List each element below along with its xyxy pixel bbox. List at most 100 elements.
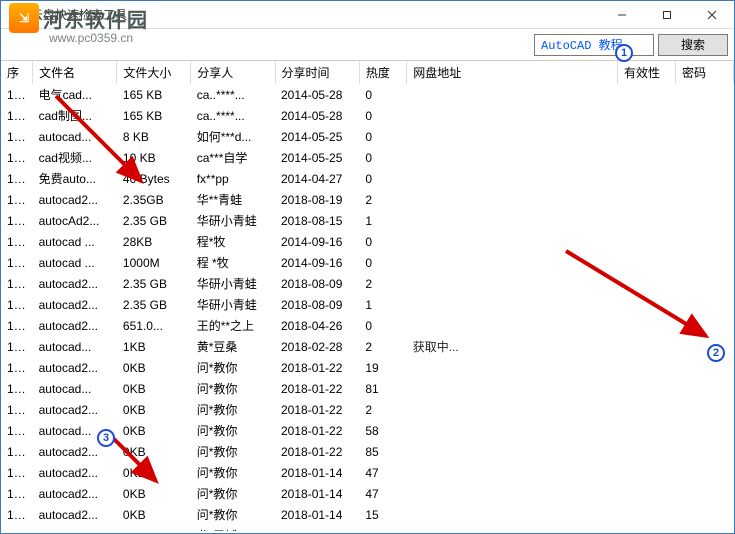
cell-pwd bbox=[675, 399, 733, 420]
cell-heat: 58 bbox=[359, 420, 406, 441]
cell-url bbox=[407, 378, 618, 399]
cell-heat: 47 bbox=[359, 483, 406, 504]
cell-url bbox=[407, 399, 618, 420]
col-heat[interactable]: 热度 bbox=[359, 61, 406, 84]
cell-valid bbox=[618, 441, 676, 462]
cell-valid bbox=[618, 462, 676, 483]
col-sharetime[interactable]: 分享时间 bbox=[275, 61, 359, 84]
cell-sharer: 问*教你 bbox=[191, 378, 275, 399]
search-input[interactable] bbox=[534, 34, 654, 56]
cell-url bbox=[407, 168, 618, 189]
cell-seq: 148 bbox=[1, 252, 33, 273]
cell-heat: 0 bbox=[359, 525, 406, 531]
cell-seq: 160 bbox=[1, 504, 33, 525]
table-row[interactable]: 154autocad...0KB问*教你2018-01-2281 bbox=[1, 378, 734, 399]
cell-sharetime: 2017-12-28 bbox=[275, 525, 359, 531]
cell-seq: 151 bbox=[1, 315, 33, 336]
cell-url bbox=[407, 84, 618, 105]
cell-url bbox=[407, 189, 618, 210]
cell-sharer: 华**青蛙 bbox=[191, 189, 275, 210]
annotation-badge-2: 2 bbox=[707, 344, 725, 362]
table-row[interactable]: 161autocad...705.5...龙*圣域2017-12-280 bbox=[1, 525, 734, 531]
table-row[interactable]: 146autocAd2...2.35 GB华研小青蛙2018-08-151 bbox=[1, 210, 734, 231]
cell-sharer: 问*教你 bbox=[191, 420, 275, 441]
cell-sharetime: 2018-01-22 bbox=[275, 399, 359, 420]
cell-sharetime: 2018-08-19 bbox=[275, 189, 359, 210]
cell-sharer: fx**pp bbox=[191, 168, 275, 189]
cell-heat: 0 bbox=[359, 315, 406, 336]
cell-filename: autocad2... bbox=[33, 294, 117, 315]
cell-valid bbox=[618, 504, 676, 525]
cell-heat: 1 bbox=[359, 210, 406, 231]
cell-sharer: 问*教你 bbox=[191, 483, 275, 504]
cell-sharer: 华研小青蛙 bbox=[191, 294, 275, 315]
table-row[interactable]: 160autocad2...0KB问*教你2018-01-1415 bbox=[1, 504, 734, 525]
cell-pwd bbox=[675, 483, 733, 504]
col-seq[interactable]: 序 bbox=[1, 61, 33, 84]
cell-url bbox=[407, 462, 618, 483]
cell-pwd bbox=[675, 189, 733, 210]
cell-filesize: 0KB bbox=[117, 399, 191, 420]
cell-valid bbox=[618, 84, 676, 105]
cell-seq: 150 bbox=[1, 294, 33, 315]
maximize-button[interactable] bbox=[644, 1, 689, 29]
app-window: ⇲ 河东软件园 www.pc0359.cn 云盘快速检索工具 搜索 1 bbox=[0, 0, 735, 534]
cell-sharer: 问*教你 bbox=[191, 399, 275, 420]
cell-sharetime: 2018-08-09 bbox=[275, 294, 359, 315]
cell-heat: 85 bbox=[359, 441, 406, 462]
app-icon bbox=[9, 7, 25, 23]
cell-heat: 2 bbox=[359, 273, 406, 294]
annotation-badge-3: 3 bbox=[97, 429, 115, 447]
cell-valid bbox=[618, 168, 676, 189]
cell-pwd bbox=[675, 210, 733, 231]
close-button[interactable] bbox=[689, 1, 734, 29]
cell-valid bbox=[618, 126, 676, 147]
cell-url bbox=[407, 105, 618, 126]
cell-seq: 161 bbox=[1, 525, 33, 531]
cell-filename: autocad2... bbox=[33, 273, 117, 294]
cell-filesize: 651.0... bbox=[117, 315, 191, 336]
col-url[interactable]: 网盘地址 bbox=[407, 61, 618, 84]
cell-url bbox=[407, 147, 618, 168]
cell-url bbox=[407, 441, 618, 462]
cell-heat: 81 bbox=[359, 378, 406, 399]
cell-seq: 153 bbox=[1, 357, 33, 378]
cell-pwd bbox=[675, 147, 733, 168]
cell-seq: 142 bbox=[1, 126, 33, 147]
col-pwd[interactable]: 密码 bbox=[675, 61, 733, 84]
cell-sharetime: 2018-01-22 bbox=[275, 441, 359, 462]
cell-seq: 156 bbox=[1, 420, 33, 441]
cell-filename: autocad2... bbox=[33, 504, 117, 525]
cell-heat: 2 bbox=[359, 336, 406, 357]
col-valid[interactable]: 有效性 bbox=[618, 61, 676, 84]
cell-sharetime: 2014-05-28 bbox=[275, 105, 359, 126]
col-filename[interactable]: 文件名 bbox=[33, 61, 117, 84]
cell-seq: 146 bbox=[1, 210, 33, 231]
cell-url bbox=[407, 210, 618, 231]
cell-pwd bbox=[675, 420, 733, 441]
cell-sharetime: 2014-09-16 bbox=[275, 252, 359, 273]
cell-pwd bbox=[675, 504, 733, 525]
cell-heat: 0 bbox=[359, 168, 406, 189]
cell-valid bbox=[618, 147, 676, 168]
cell-pwd bbox=[675, 168, 733, 189]
cell-sharer: ca..****... bbox=[191, 84, 275, 105]
minimize-button[interactable] bbox=[599, 1, 644, 29]
cell-seq: 154 bbox=[1, 378, 33, 399]
cell-heat: 2 bbox=[359, 399, 406, 420]
cell-url bbox=[407, 420, 618, 441]
cell-sharetime: 2018-04-26 bbox=[275, 315, 359, 336]
cell-filename: autocad ... bbox=[33, 252, 117, 273]
annotation-arrow-b bbox=[556, 241, 726, 361]
header-row: 序 文件名 文件大小 分享人 分享时间 热度 网盘地址 有效性 密码 bbox=[1, 61, 734, 84]
search-button[interactable]: 搜索 bbox=[658, 34, 728, 56]
cell-filesize: 1000M bbox=[117, 252, 191, 273]
cell-sharer: 黄*豆桑 bbox=[191, 336, 275, 357]
cell-valid bbox=[618, 189, 676, 210]
table-row[interactable]: 155autocad2...0KB问*教你2018-01-222 bbox=[1, 399, 734, 420]
col-filesize[interactable]: 文件大小 bbox=[117, 61, 191, 84]
cell-filename: autocad2... bbox=[33, 315, 117, 336]
cell-pwd bbox=[675, 84, 733, 105]
col-sharer[interactable]: 分享人 bbox=[191, 61, 275, 84]
cell-filesize: 0KB bbox=[117, 504, 191, 525]
